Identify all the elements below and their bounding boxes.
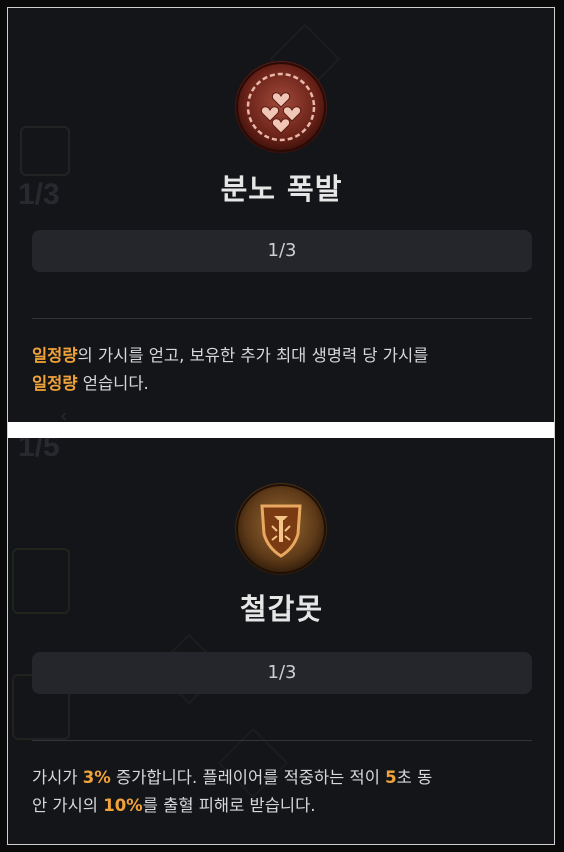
- description-text: 증가합니다. 플레이어를 적중하는 적이: [110, 768, 386, 787]
- skill-title: 분노 폭발: [220, 172, 343, 206]
- description-text: 가시가: [32, 768, 83, 787]
- divider: [32, 318, 532, 319]
- skill-title: 철갑못: [239, 592, 324, 626]
- skill-description: 일정량의 가시를 얻고, 보유한 추가 최대 생명력 당 가시를 일정량 얻습니…: [32, 342, 537, 398]
- description-text: 의 가시를 얻고, 보유한 추가 최대 생명력 당 가시를: [77, 346, 429, 365]
- heart-thorn-icon: [234, 60, 328, 154]
- background-rank-text: 1/5: [18, 438, 60, 463]
- nail-shield-icon: [234, 482, 328, 576]
- highlight-value: 10%: [103, 796, 143, 815]
- skill-rank-bar: 1/3: [32, 652, 532, 694]
- separator-gap: [8, 422, 555, 438]
- highlight-value: 일정량: [32, 346, 78, 365]
- skill-rank-bar: 1/3: [32, 230, 532, 272]
- chevron-left-icon: ‹: [60, 406, 68, 422]
- divider: [32, 740, 532, 741]
- highlight-value: 일정량: [32, 374, 78, 393]
- skill-tooltip-iron-nail: 1/5 철갑못 1/3 가시가 3% 증가합니다. 플레이어를 적중하는 적이 …: [8, 438, 555, 844]
- description-text: 를 출혈 피해로 받습니다.: [142, 796, 316, 815]
- highlight-value: 5: [385, 768, 397, 787]
- description-text: 초 동: [396, 768, 433, 787]
- description-text: 얻습니다.: [77, 374, 149, 393]
- skill-tooltip-fury-burst: 1/3 ‹ 분노 폭발 1/3 일정량의 가시를 얻고, 보유한 추가 최대 생…: [8, 8, 555, 422]
- highlight-value: 3%: [82, 768, 111, 787]
- description-text: 안 가시의: [32, 796, 104, 815]
- skill-description: 가시가 3% 증가합니다. 플레이어를 적중하는 적이 5초 동 안 가시의 1…: [32, 764, 537, 820]
